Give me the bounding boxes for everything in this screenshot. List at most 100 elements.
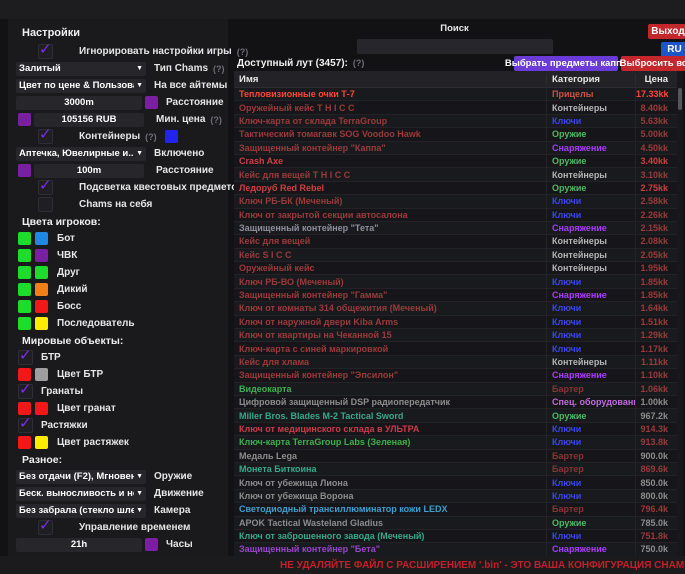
table-row[interactable]: Ключ от заброшенного завода (Меченый)Клю… bbox=[234, 530, 677, 543]
color-label: Босс bbox=[57, 301, 81, 312]
table-row[interactable]: Ледоруб Red RebelОружие2.75kk bbox=[234, 182, 677, 195]
table-row[interactable]: Кейс для вещей Т Н I С СКонтейнеры3.10kk bbox=[234, 168, 677, 181]
secondary-color-swatch[interactable] bbox=[35, 300, 48, 313]
drop-all-button[interactable]: Выбросить все bbox=[621, 56, 685, 71]
table-row[interactable]: Оружейный кейсКонтейнеры1.95kk bbox=[234, 262, 677, 275]
dropdown[interactable]: Аптечка, Ювелирные и...▼ bbox=[16, 147, 146, 161]
table-row[interactable]: Защищенный контейнер "Каппа"Снаряжение4.… bbox=[234, 142, 677, 155]
window-title-bar[interactable] bbox=[0, 0, 685, 19]
input-label: Расстояние bbox=[166, 97, 224, 108]
secondary-color-swatch[interactable] bbox=[35, 283, 48, 296]
item-price: 796.4k bbox=[635, 503, 677, 515]
checkbox[interactable]: ✓ bbox=[38, 520, 53, 535]
color-swatch[interactable] bbox=[145, 96, 158, 109]
item-name: Ключ-карта от склада TerraGroup bbox=[234, 116, 546, 126]
table-row[interactable]: Защищенный контейнер "Тета"Снаряжение2.1… bbox=[234, 222, 677, 235]
primary-color-swatch[interactable] bbox=[18, 249, 31, 262]
checkbox[interactable] bbox=[38, 197, 53, 212]
item-category: Контейнеры bbox=[546, 262, 635, 274]
secondary-color-swatch[interactable] bbox=[35, 402, 48, 415]
table-row[interactable]: Ключ от убежища ЛионаКлючи850.0k bbox=[234, 476, 677, 489]
table-row[interactable]: Защищенный контейнер "Бета"Снаряжение750… bbox=[234, 543, 677, 556]
help-icon[interactable]: (?) bbox=[145, 132, 157, 142]
table-row[interactable]: Ключ-карта TerraGroup Labs (Зеленая)Ключ… bbox=[234, 436, 677, 449]
color-label: Цвет гранат bbox=[57, 403, 116, 414]
checkbox[interactable]: ✓ bbox=[18, 384, 33, 399]
scrollbar-thumb[interactable] bbox=[678, 88, 682, 110]
color-swatch[interactable] bbox=[18, 113, 31, 126]
table-row[interactable]: Ключ от наружной двери Kiba ArmsКлючи1.5… bbox=[234, 316, 677, 329]
dropdown[interactable]: Цвет по цене & Пользователь▼ bbox=[16, 79, 146, 93]
checkbox[interactable]: ✓ bbox=[38, 44, 53, 59]
table-row[interactable]: Кейс S I C CКонтейнеры2.05kk bbox=[234, 249, 677, 262]
exit-button[interactable]: Выход bbox=[648, 24, 685, 39]
dropdown[interactable]: Без отдачи (F2), Мгновенное п▼ bbox=[16, 470, 146, 484]
column-header-price[interactable]: Цена bbox=[635, 74, 677, 85]
checkbox[interactable]: ✓ bbox=[38, 129, 53, 144]
table-row[interactable]: Защищенный контейнер "Эпсилон"Снаряжение… bbox=[234, 369, 677, 382]
table-row[interactable]: Кейс для хламаКонтейнеры1.11kk bbox=[234, 356, 677, 369]
item-price: 1.11kk bbox=[635, 356, 677, 368]
search-input[interactable] bbox=[357, 39, 553, 54]
color-label: Друг bbox=[57, 267, 80, 278]
table-row[interactable]: Оружейный кейс Т Н I С СКонтейнеры8.40kk bbox=[234, 101, 677, 114]
secondary-color-swatch[interactable] bbox=[35, 249, 48, 262]
secondary-color-swatch[interactable] bbox=[35, 266, 48, 279]
table-row[interactable]: Ключ от квартиры на Чеканной 15Ключи1.29… bbox=[234, 329, 677, 342]
secondary-color-swatch[interactable] bbox=[35, 232, 48, 245]
table-row[interactable]: Ключ от медицинского склада в УЛЬТРАКлюч… bbox=[234, 423, 677, 436]
color-label: Последователь bbox=[57, 318, 135, 329]
table-row[interactable]: Crash AxeОружие3.40kk bbox=[234, 155, 677, 168]
table-row[interactable]: Тактический томагавк SOG Voodoo HawkОруж… bbox=[234, 128, 677, 141]
table-row[interactable]: Тепловизионные очки Т-7Прицелы17.33kk bbox=[234, 88, 677, 101]
table-row[interactable]: Ключ РБ-БК (Меченый)Ключи2.58kk bbox=[234, 195, 677, 208]
item-price: 1.00kk bbox=[635, 396, 677, 408]
column-header-category[interactable]: Категория bbox=[546, 74, 635, 85]
loot-help-icon[interactable]: (?) bbox=[353, 58, 365, 68]
table-row[interactable]: Ключ-карта от склада TerraGroupКлючи5.63… bbox=[234, 115, 677, 128]
color-swatch[interactable] bbox=[18, 164, 31, 177]
table-row[interactable]: ВидеокартаБартер1.06kk bbox=[234, 383, 677, 396]
table-row[interactable]: Ключ РБ-ВО (Меченый)Ключи1.85kk bbox=[234, 275, 677, 288]
table-row[interactable]: Miller Bros. Blades M-2 Tactical SwordОр… bbox=[234, 409, 677, 422]
table-row[interactable]: APOK Tactical Wasteland GladiusОружие785… bbox=[234, 517, 677, 530]
table-row[interactable]: Защищенный контейнер "Гамма"Снаряжение1.… bbox=[234, 289, 677, 302]
item-price: 2.75kk bbox=[635, 182, 677, 194]
dropdown[interactable]: Беск. выносливость и нет уста▼ bbox=[16, 487, 146, 501]
table-row[interactable]: Ключ от закрытой секции автосалонаКлючи2… bbox=[234, 209, 677, 222]
help-icon[interactable]: (?) bbox=[210, 115, 222, 125]
color-swatch[interactable] bbox=[165, 130, 178, 143]
color-swatch[interactable] bbox=[145, 538, 158, 551]
dropdown[interactable]: Без забрала (стекло шлема)▼ bbox=[16, 504, 146, 518]
table-row[interactable]: Ключ от убежища ВоронаКлючи800.0k bbox=[234, 490, 677, 503]
table-row[interactable]: Светодиодный трансиллюминатор кожи LEDXБ… bbox=[234, 503, 677, 516]
item-price: 785.0k bbox=[635, 517, 677, 529]
primary-color-swatch[interactable] bbox=[18, 232, 31, 245]
table-row[interactable]: Ключ-карта с синей маркировкойКлючи1.17k… bbox=[234, 342, 677, 355]
column-header-name[interactable]: Имя bbox=[234, 74, 546, 85]
table-row[interactable]: Кейс для вещейКонтейнеры2.08kk bbox=[234, 235, 677, 248]
help-icon[interactable]: (?) bbox=[213, 64, 225, 74]
secondary-color-swatch[interactable] bbox=[35, 368, 48, 381]
primary-color-swatch[interactable] bbox=[18, 317, 31, 330]
table-scrollbar[interactable] bbox=[677, 71, 683, 556]
dropdown[interactable]: Залитый▼ bbox=[16, 62, 146, 76]
primary-color-swatch[interactable] bbox=[18, 283, 31, 296]
checkbox[interactable]: ✓ bbox=[18, 418, 33, 433]
dropdown-value: Без забрала (стекло шлема) bbox=[19, 505, 134, 516]
table-row[interactable]: Ключ от комнаты 314 общежития (Меченый)К… bbox=[234, 302, 677, 315]
table-row[interactable]: Монета БиткоинаБартер869.6k bbox=[234, 463, 677, 476]
table-row[interactable]: Медаль LegaБартер900.0k bbox=[234, 450, 677, 463]
value-input[interactable]: 21h bbox=[16, 538, 142, 552]
select-kappa-items-button[interactable]: Выбрать предметы каппа bbox=[514, 56, 618, 71]
secondary-color-swatch[interactable] bbox=[35, 436, 48, 449]
checkbox[interactable]: ✓ bbox=[38, 180, 53, 195]
value-input[interactable]: 3000m bbox=[16, 96, 142, 110]
primary-color-swatch[interactable] bbox=[18, 266, 31, 279]
primary-color-swatch[interactable] bbox=[18, 300, 31, 313]
language-button[interactable]: RU bbox=[661, 42, 685, 57]
checkbox[interactable]: ✓ bbox=[18, 350, 33, 365]
table-row[interactable]: Цифровой защищенный DSP радиопередатчикС… bbox=[234, 396, 677, 409]
secondary-color-swatch[interactable] bbox=[35, 317, 48, 330]
primary-color-swatch[interactable] bbox=[18, 436, 31, 449]
